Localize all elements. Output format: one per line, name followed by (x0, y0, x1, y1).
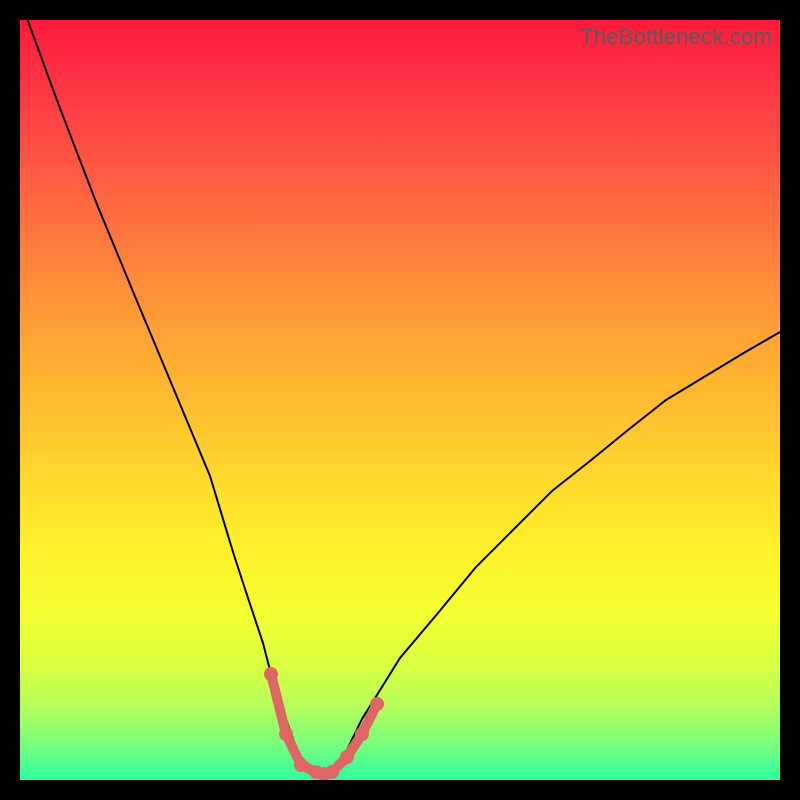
chart-frame: TheBottleneck.com (0, 0, 800, 800)
bottleneck-curve-path (28, 20, 780, 774)
optimal-zone-path (271, 674, 377, 774)
chart-svg (20, 20, 780, 780)
plot-area: TheBottleneck.com (20, 20, 780, 780)
